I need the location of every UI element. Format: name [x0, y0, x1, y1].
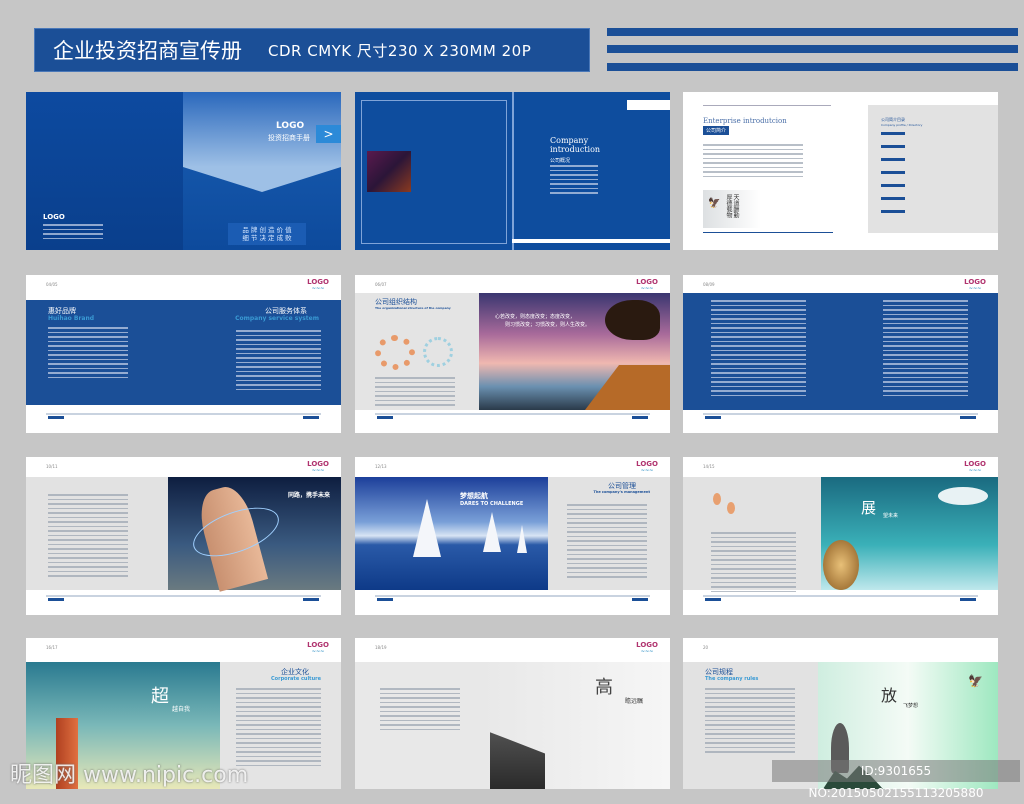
decor-stripe [607, 45, 1018, 53]
spread-company-introduction[interactable]: Company introduction 公司概况 [355, 92, 670, 250]
chevron-right-icon: > [316, 125, 341, 143]
page-number: 20 [703, 645, 709, 650]
toc-list [881, 132, 961, 213]
spread-enterprise-introduction[interactable]: Enterprise introdutcion 公司简介 🦅 天道酬勤 厚德载物 公… [683, 92, 998, 250]
slogan: 望未来 [883, 513, 899, 519]
spread-brand-service[interactable]: 04/05 LOGO ~~~ 惠好品牌 Huihao Brand 公司服务体系 C… [26, 275, 341, 433]
spread-cover[interactable]: LOGO 投资招商手册 > 品 牌 创 造 价 值细 节 决 定 成 败 LOG… [26, 92, 341, 250]
slogan: 越自我 [172, 706, 191, 713]
eagle-quote: 心若改变，则态度改变；态度改变， 则习惯改变；习惯改变，则人生改变。 [495, 314, 591, 328]
page-number: 12/13 [375, 464, 387, 469]
banner-title: 企业投资招商宣传册 [53, 39, 242, 63]
heading-en: Company service system [235, 315, 319, 322]
page-number: 14/15 [703, 464, 715, 469]
spread-cooperation[interactable]: 10/11 LOGO ~~~ 同路，携手未来 [26, 457, 341, 615]
slogan-cn: 梦想起航 [460, 492, 488, 500]
big-character: 放 [881, 686, 898, 705]
slogan-en: DARES TO CHALLENGE [460, 501, 524, 507]
watermark-site: 昵图网 www.nipic.com [10, 763, 249, 788]
page-number: 16/17 [46, 645, 58, 650]
page-number: 10/11 [46, 464, 58, 469]
logo: LOGO ~~~ [636, 278, 658, 293]
section-tag: 公司简介 [703, 126, 730, 135]
slogan: 瞻远瞩 [625, 698, 644, 705]
org-chart [375, 335, 415, 370]
decor-stripe [607, 63, 1018, 71]
heading-en: The company's management [593, 490, 650, 494]
title-banner: 企业投资招商宣传册 CDR CMYK 尺寸230 X 230MM 20P [34, 28, 590, 72]
spread-organization[interactable]: 06/07 LOGO ~~~ 公司组织结构 The organizational … [355, 275, 670, 433]
intro-cn: 公司概况 [550, 158, 571, 164]
photo-grid [365, 149, 413, 194]
toc-subtitle: Company profile / Directory [881, 123, 923, 127]
logo: LOGO ~~~ [307, 641, 329, 656]
cover-slogan: 品 牌 创 造 价 值细 节 决 定 成 败 [228, 223, 306, 245]
spread-text[interactable]: 08/09 LOGO ~~~ [683, 275, 998, 433]
big-character: 超 [151, 686, 169, 707]
section-title: Enterprise introdutcion [703, 117, 787, 125]
page-number: 04/05 [46, 282, 58, 287]
big-character: 展 [861, 499, 877, 517]
decor-stripe [607, 28, 1018, 36]
eagle-icon: 🦅 [968, 674, 983, 688]
heading-en: Corporate culture [271, 676, 321, 682]
heading-en: Huihao Brand [48, 315, 95, 322]
banner-spec: CDR CMYK 尺寸230 X 230MM 20P [268, 41, 532, 60]
cover-logo: LOGO [276, 121, 305, 131]
org-chart [423, 337, 453, 367]
logo: LOGO ~~~ [307, 460, 329, 475]
big-character: 高 [595, 677, 613, 698]
spread-vision[interactable]: 18/19 LOGO ~~~ 高 瞻远瞩 [355, 638, 670, 789]
logo: LOGO ~~~ [307, 278, 329, 293]
heading-en: The company rules [705, 676, 759, 682]
logo: LOGO ~~~ [964, 460, 986, 475]
logo: LOGO ~~~ [636, 460, 658, 475]
heading-en: The organizational structure of the comp… [375, 306, 451, 310]
sailboat-photo [355, 477, 548, 590]
back-logo: LOGO [43, 213, 65, 221]
logo: LOGO ~~~ [636, 641, 658, 656]
slogan: 飞梦想 [903, 703, 919, 709]
cover-subtitle: 投资招商手册 [268, 134, 310, 142]
page-number: 18/19 [375, 645, 387, 650]
page-number: 08/09 [703, 282, 715, 287]
watermark-id: ID:9301655 NO:20150502155113205880 [772, 760, 1020, 800]
logo: LOGO ~~~ [964, 278, 986, 293]
page-number: 06/07 [375, 282, 387, 287]
intro-title: Company introduction [550, 136, 601, 154]
calligraphy-image: 🦅 天道酬勤 厚德载物 [703, 190, 761, 228]
spread-outlook[interactable]: 14/15 LOGO ~~~ 展 望未来 [683, 457, 998, 615]
spread-management[interactable]: 12/13 LOGO ~~~ 梦想起航 DARES TO CHALLENGE 公司… [355, 457, 670, 615]
slogan: 同路，携手未来 [288, 492, 331, 499]
